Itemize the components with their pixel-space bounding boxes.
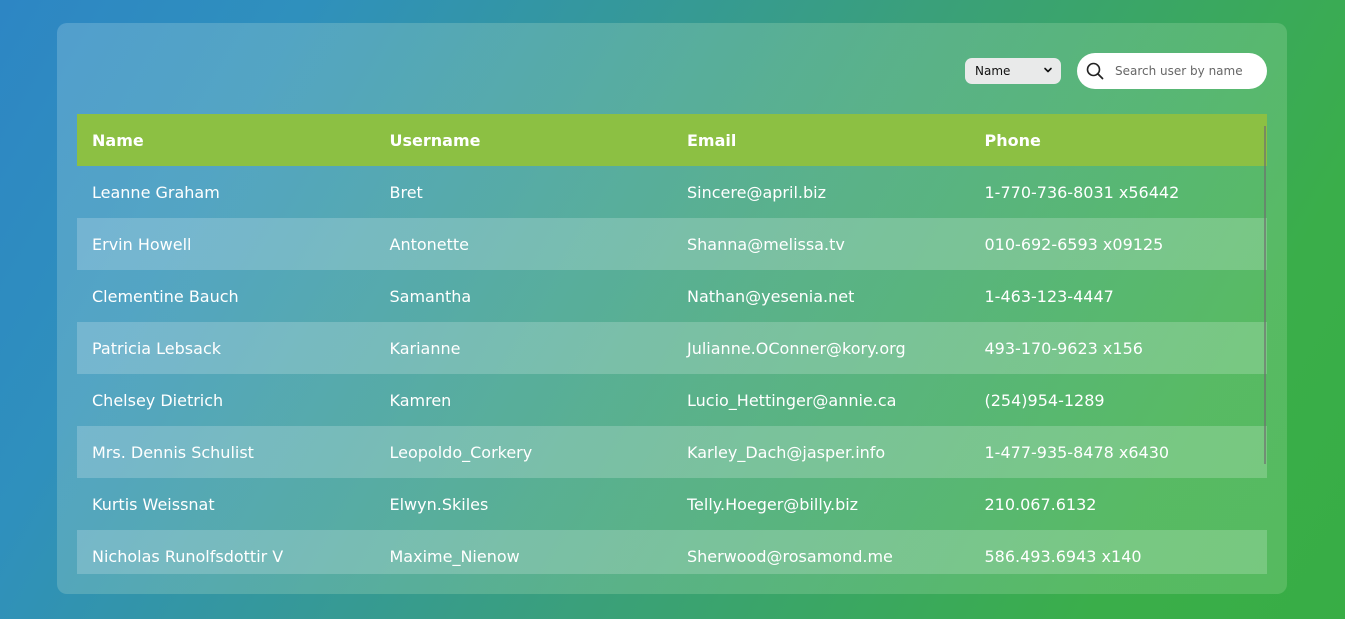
cell-name: Chelsey Dietrich [92, 390, 224, 410]
cell-username: Karianne [389, 338, 461, 358]
cell-email: Karley_Dach@jasper.info [687, 442, 886, 462]
users-card: Name Name Username Email Phone [57, 23, 1287, 594]
cell-name: Ervin Howell [92, 234, 192, 254]
cell-name: Mrs. Dennis Schulist [92, 442, 254, 462]
table-header-row: Name Username Email Phone [77, 114, 1267, 166]
cell-phone: 210.067.6132 [984, 494, 1097, 514]
cell-email: Sincere@april.biz [687, 182, 826, 202]
cell-name: Leanne Graham [92, 182, 220, 202]
table-scrollbar[interactable] [1264, 126, 1266, 464]
cell-phone: 010-692-6593 x09125 [984, 234, 1164, 254]
search-icon [1086, 62, 1104, 80]
table-row[interactable]: Mrs. Dennis Schulist Leopoldo_Corkery Ka… [77, 426, 1267, 478]
cell-username: Elwyn.Skiles [389, 494, 489, 514]
table-row[interactable]: Clementine Bauch Samantha Nathan@yesenia… [77, 270, 1267, 322]
cell-phone: 1-770-736-8031 x56442 [984, 182, 1180, 202]
table-row[interactable]: Leanne Graham Bret Sincere@april.biz 1-7… [77, 166, 1267, 218]
filter-field-selected: Name [975, 64, 1011, 78]
column-header-name[interactable]: Name [77, 114, 375, 166]
cell-name: Clementine Bauch [92, 286, 239, 306]
search-box[interactable] [1077, 53, 1267, 89]
cell-username: Leopoldo_Corkery [389, 442, 533, 462]
filter-field-select[interactable]: Name [965, 58, 1061, 84]
cell-username: Maxime_Nienow [389, 546, 520, 566]
column-header-username[interactable]: Username [375, 114, 673, 166]
cell-phone: 586.493.6943 x140 [984, 546, 1142, 566]
cell-email: Telly.Hoeger@billy.biz [687, 494, 859, 514]
cell-email: Julianne.OConner@kory.org [687, 338, 906, 358]
cell-username: Bret [389, 182, 423, 202]
cell-email: Shanna@melissa.tv [687, 234, 845, 254]
column-header-phone[interactable]: Phone [970, 114, 1268, 166]
cell-phone: 493-170-9623 x156 [984, 338, 1143, 358]
users-table-container[interactable]: Name Username Email Phone Leanne Graham … [77, 114, 1267, 574]
search-input[interactable] [1113, 63, 1257, 79]
cell-phone: 1-463-123-4447 [984, 286, 1114, 306]
chevron-down-icon [1044, 67, 1052, 73]
cell-email: Nathan@yesenia.net [687, 286, 855, 306]
cell-email: Lucio_Hettinger@annie.ca [687, 390, 897, 410]
table-row[interactable]: Nicholas Runolfsdottir V Maxime_Nienow S… [77, 530, 1267, 574]
column-header-email[interactable]: Email [672, 114, 970, 166]
cell-email: Sherwood@rosamond.me [687, 546, 893, 566]
cell-username: Samantha [389, 286, 472, 306]
cell-name: Kurtis Weissnat [92, 494, 215, 514]
table-row[interactable]: Patricia Lebsack Karianne Julianne.OConn… [77, 322, 1267, 374]
cell-phone: 1-477-935-8478 x6430 [984, 442, 1170, 462]
cell-username: Antonette [389, 234, 470, 254]
table-row[interactable]: Kurtis Weissnat Elwyn.Skiles Telly.Hoege… [77, 478, 1267, 530]
table-row[interactable]: Chelsey Dietrich Kamren Lucio_Hettinger@… [77, 374, 1267, 426]
cell-username: Kamren [389, 390, 452, 410]
table-row[interactable]: Ervin Howell Antonette Shanna@melissa.tv… [77, 218, 1267, 270]
cell-name: Patricia Lebsack [92, 338, 221, 358]
cell-name: Nicholas Runolfsdottir V [92, 546, 284, 566]
table-toolbar: Name [965, 53, 1267, 89]
users-table: Name Username Email Phone Leanne Graham … [77, 114, 1267, 574]
cell-phone: (254)954-1289 [984, 390, 1105, 410]
